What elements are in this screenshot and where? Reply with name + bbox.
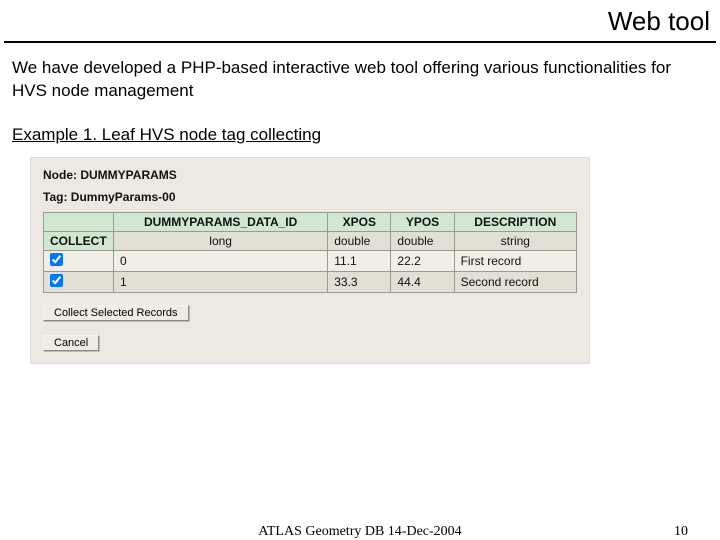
cell-ypos: 44.4 [391, 271, 454, 292]
type-desc: string [454, 231, 576, 250]
cancel-button[interactable]: Cancel [43, 335, 99, 351]
row-checkbox-cell [44, 250, 114, 271]
table-row: 1 33.3 44.4 Second record [44, 271, 577, 292]
row-checkbox[interactable] [50, 274, 63, 287]
records-table: DUMMYPARAMS_DATA_ID XPOS YPOS DESCRIPTIO… [43, 212, 577, 293]
cell-desc: First record [454, 250, 576, 271]
cell-id: 1 [114, 271, 328, 292]
footer-center-text: ATLAS Geometry DB 14-Dec-2004 [258, 524, 461, 540]
collect-button-row: Collect Selected Records [43, 305, 577, 321]
slide-body-text: We have developed a PHP-based interactiv… [0, 43, 720, 107]
col-blank [44, 212, 114, 231]
col-xpos: XPOS [328, 212, 391, 231]
tag-line: Tag: DummyParams-00 [43, 190, 577, 204]
type-ypos: double [391, 231, 454, 250]
col-ypos: YPOS [391, 212, 454, 231]
type-xpos: double [328, 231, 391, 250]
cell-desc: Second record [454, 271, 576, 292]
cell-id: 0 [114, 250, 328, 271]
table-type-row: COLLECT long double double string [44, 231, 577, 250]
type-data-id: long [114, 231, 328, 250]
footer-page-number: 10 [674, 524, 688, 540]
node-value: DUMMYPARAMS [80, 168, 176, 182]
cell-xpos: 11.1 [328, 250, 391, 271]
row-checkbox-cell [44, 271, 114, 292]
col-desc: DESCRIPTION [454, 212, 576, 231]
table-header-row: DUMMYPARAMS_DATA_ID XPOS YPOS DESCRIPTIO… [44, 212, 577, 231]
cell-xpos: 33.3 [328, 271, 391, 292]
tag-label: Tag: [43, 190, 67, 204]
node-label: Node: [43, 168, 77, 182]
col-data-id: DUMMYPARAMS_DATA_ID [114, 212, 328, 231]
table-row: 0 11.1 22.2 First record [44, 250, 577, 271]
slide-title: Web tool [0, 0, 720, 41]
collect-selected-button[interactable]: Collect Selected Records [43, 305, 189, 321]
web-tool-screenshot: Node: DUMMYPARAMS Tag: DummyParams-00 DU… [30, 157, 590, 364]
cancel-button-row: Cancel [43, 335, 577, 351]
collect-header: COLLECT [44, 231, 114, 250]
tag-value: DummyParams-00 [71, 190, 176, 204]
cell-ypos: 22.2 [391, 250, 454, 271]
row-checkbox[interactable] [50, 253, 63, 266]
example-heading: Example 1. Leaf HVS node tag collecting [0, 107, 720, 151]
node-line: Node: DUMMYPARAMS [43, 168, 577, 182]
